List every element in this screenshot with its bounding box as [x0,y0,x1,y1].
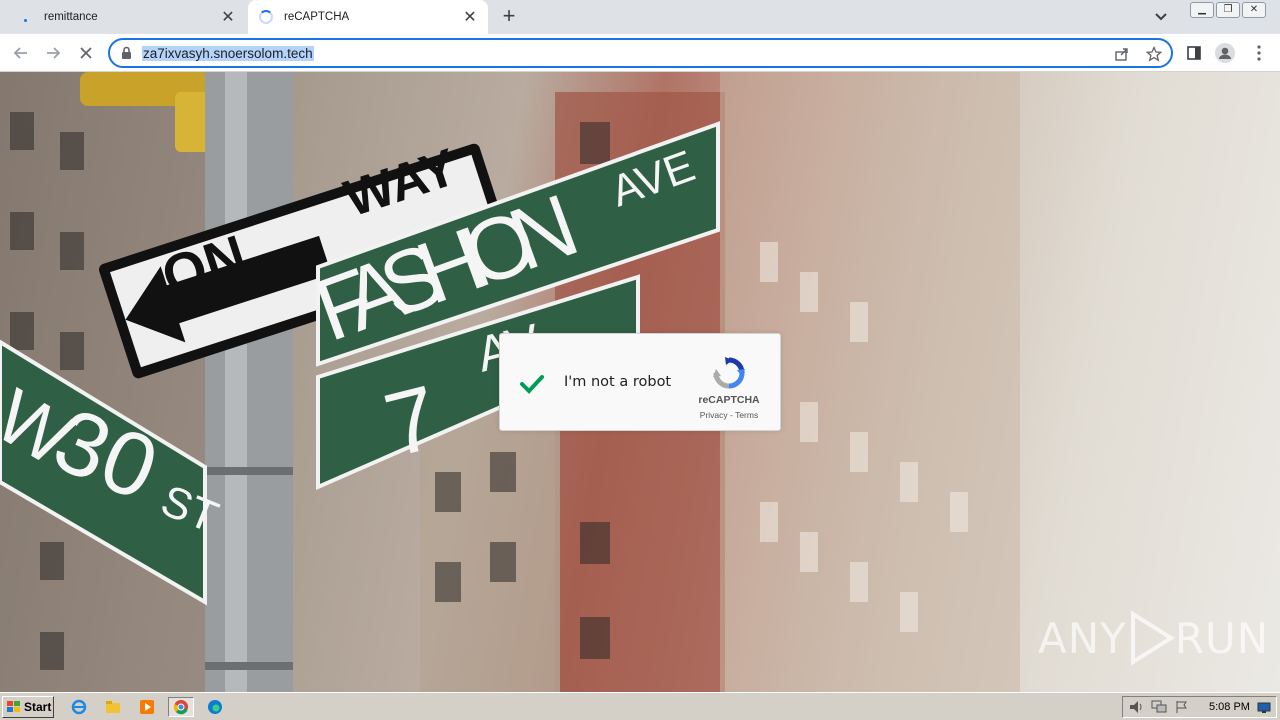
network-icon[interactable] [1151,700,1167,719]
close-window-button[interactable]: ✕ [1242,2,1266,18]
windows-taskbar: Start 5:08 PM [0,692,1280,720]
url-text[interactable]: za7ixvasyh.snoersolom.tech [142,46,314,61]
anyrun-watermark: ANY RUN [1038,610,1269,666]
side-panel-icon[interactable] [1181,40,1207,66]
tab-label: remittance [44,11,98,23]
share-icon[interactable] [1113,45,1131,63]
menu-kebab-icon[interactable] [1246,40,1272,66]
watermark-left-text: ANY [1038,613,1127,663]
restore-button[interactable]: ❐ [1216,2,1240,18]
profile-avatar-icon[interactable] [1212,40,1238,66]
recaptcha-links: Privacy - Terms [685,410,773,420]
show-desktop-icon[interactable] [1257,701,1271,719]
terms-link[interactable]: Terms [735,410,758,420]
tab-search-chevron-icon[interactable] [1150,6,1172,28]
flag-icon[interactable] [1175,700,1189,719]
tab-strip: remittance ✕ reCAPTCHA ✕ + ▁ ❐ ✕ [0,0,1280,34]
recaptcha-widget: I'm not a robot reCAPTCHA Privacy - Term… [499,333,781,431]
system-tray: 5:08 PM [1122,696,1277,718]
browser-toolbar: za7ixvasyh.snoersolom.tech [0,34,1280,72]
bookmark-star-icon[interactable] [1145,45,1163,63]
chrome-taskbar-icon[interactable] [168,697,194,717]
loading-dot-icon [18,9,34,25]
edge-icon[interactable] [204,697,226,717]
address-bar[interactable]: za7ixvasyh.snoersolom.tech [108,38,1173,68]
close-tab-icon[interactable]: ✕ [460,7,480,27]
close-tab-icon[interactable]: ✕ [218,7,238,27]
start-button[interactable]: Start [2,696,54,718]
recaptcha-brand: reCAPTCHA [698,394,760,406]
new-tab-button[interactable]: + [498,5,520,27]
link-separator: - [727,410,736,420]
media-player-icon[interactable] [136,697,158,717]
start-label: Start [24,700,52,714]
clock: 5:08 PM [1209,701,1250,713]
window-controls: ▁ ❐ ✕ [1190,2,1266,18]
tab-remittance[interactable]: remittance ✕ [0,0,246,34]
privacy-link[interactable]: Privacy [700,410,728,420]
page-content: WAY ON FASHION AVE 7 AV W 30 ST I'm not … [0,72,1280,692]
minimize-button[interactable]: ▁ [1190,2,1214,18]
file-explorer-icon[interactable] [102,697,124,717]
checkmark-icon[interactable] [518,370,546,398]
volume-icon[interactable] [1129,700,1145,719]
windows-logo-icon [7,701,20,712]
tab-label: reCAPTCHA [284,11,350,23]
recaptcha-logo-icon [712,356,746,390]
play-triangle-icon [1130,610,1175,666]
tab-recaptcha[interactable]: reCAPTCHA ✕ [248,0,488,34]
watermark-right-text: RUN [1174,613,1270,663]
internet-explorer-icon[interactable] [68,697,90,717]
captcha-label: I'm not a robot [564,374,672,390]
back-arrow-icon[interactable] [8,40,34,66]
lock-icon[interactable] [121,46,132,65]
loading-spinner-icon [258,9,274,25]
stop-loading-icon[interactable] [73,40,99,66]
forward-arrow-icon[interactable] [40,40,66,66]
